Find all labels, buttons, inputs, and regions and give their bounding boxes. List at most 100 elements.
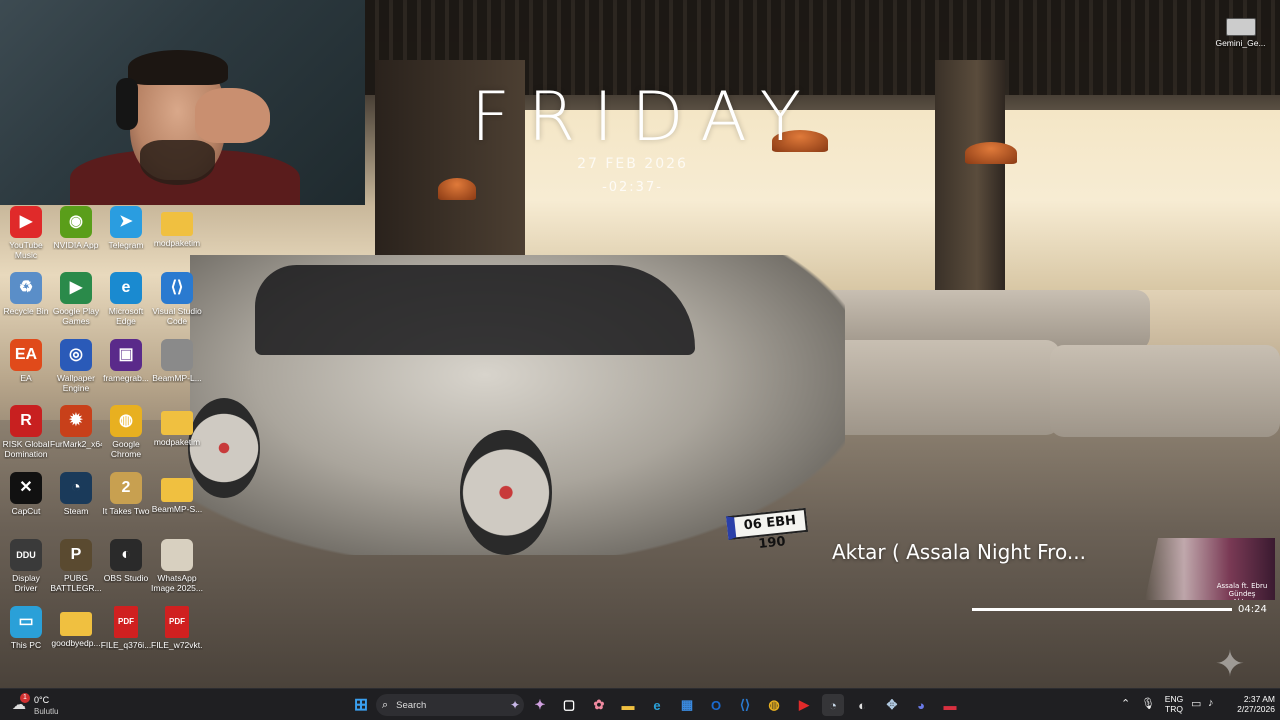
media-progress-bar[interactable] <box>972 608 1232 611</box>
weather-widget[interactable]: ☁ 1 0°C Bulutlu <box>12 693 82 719</box>
desktop-icon[interactable]: ♻ Recycle Bin <box>0 272 52 316</box>
desktop-icon[interactable]: BeamMP-L... <box>151 339 203 383</box>
taskbar-youtube-music[interactable]: ▶ <box>793 694 815 716</box>
desktop-icon[interactable]: ▭ This PC <box>0 606 52 650</box>
desktop-icon-label: Microsoft Edge <box>108 306 144 326</box>
telegram-icon: ➤ <box>110 206 142 238</box>
desktop-icon-label: FILE_w72vkt... <box>151 640 203 650</box>
taskbar-chrome[interactable]: ◍ <box>763 694 785 716</box>
volume-icon[interactable]: ♪ <box>1208 697 1214 709</box>
desktop-icon[interactable]: R RISK Global Domination <box>0 405 52 459</box>
taskbar-task-view[interactable]: ▢ <box>558 694 580 716</box>
desktop-icon-gemini-image[interactable]: Gemini_Ge... <box>1213 18 1268 48</box>
album-art-artist: Assala ft. Ebru Gündeş <box>1216 582 1268 598</box>
wallpaper-lamp <box>965 142 1017 164</box>
desktop-icon-label: CapCut <box>11 506 41 516</box>
it-takes-two-icon: 2 <box>110 472 142 504</box>
taskbar-widgets[interactable]: ✿ <box>588 694 610 716</box>
desktop-icon[interactable]: ◔ Steam <box>50 472 102 516</box>
tray-clock[interactable]: 2:37 AM 2/27/2026 <box>1225 694 1275 720</box>
desktop-icon[interactable]: modpaketim <box>151 206 203 248</box>
input-language[interactable]: ENG TRQ <box>1163 694 1185 720</box>
folder-icon <box>161 212 193 236</box>
desktop-icon[interactable]: ◐ OBS Studio <box>100 539 152 583</box>
edge-icon: e <box>110 272 142 304</box>
steam-icon: ◔ <box>60 472 92 504</box>
desktop-icon-label: BeamMP-S... <box>151 504 203 514</box>
start-button[interactable]: ⊞ <box>350 694 372 716</box>
desktop-icon[interactable]: ◉ NVIDIA App <box>50 206 102 250</box>
desktop-icon[interactable]: P PUBG BATTLEGR... <box>50 539 102 593</box>
desktop-icon[interactable]: modpaketim <box>151 405 203 447</box>
webcam-person <box>195 88 270 143</box>
ea-icon: EA <box>10 339 42 371</box>
media-track-title: Aktar ( Assala Night Fro... <box>832 540 1086 564</box>
search-icon: ⌕ <box>382 698 389 711</box>
taskbar-network-app[interactable]: ✥ <box>881 694 903 716</box>
album-art[interactable]: Assala ft. Ebru Gündeş Aktar <box>1145 538 1275 600</box>
taskbar-discord[interactable]: ◕ <box>910 694 932 716</box>
desktop-icon[interactable]: ➤ Telegram <box>100 206 152 250</box>
clock-day-title: FRIDAY <box>470 78 820 157</box>
search-box[interactable]: ⌕ Search ✦ <box>376 694 524 716</box>
desktop-icon-label: framegrab... <box>103 373 149 383</box>
youtube-music-icon: ▶ <box>10 206 42 238</box>
youtube-music-icon: ▶ <box>799 697 809 712</box>
desktop-icon[interactable]: DDUDisplay Driver Uninstaller <box>0 539 52 593</box>
capcut-icon: ✕ <box>10 472 42 504</box>
taskbar-steam[interactable]: ◔ <box>822 694 844 716</box>
taskbar-edge[interactable]: e <box>646 694 668 716</box>
desktop-icon[interactable]: ◍ Google Chrome <box>100 405 152 459</box>
desktop-icon[interactable]: ▶ YouTube Music <box>0 206 52 260</box>
display-icon[interactable]: ▭ <box>1191 697 1201 710</box>
vscode-icon: ⟨⟩ <box>739 697 751 712</box>
desktop-icon[interactable]: ◎ Wallpaper Engine <box>50 339 102 393</box>
desktop-icon[interactable]: ▣ framegrab... <box>100 339 152 383</box>
desktop-icon[interactable]: EA EA <box>0 339 52 383</box>
desktop-icon[interactable]: BeamMP-S... <box>151 472 203 514</box>
folder-icon <box>60 612 92 636</box>
desktop-icon[interactable]: goodbyedp... <box>50 606 102 648</box>
desktop-icon[interactable]: e Microsoft Edge <box>100 272 152 326</box>
desktop-icon[interactable]: PDF FILE_q376i... <box>100 606 152 650</box>
pdf-icon: PDF <box>114 606 138 638</box>
desktop-icon[interactable]: PDF FILE_w72vkt... <box>151 606 203 650</box>
desktop-icon[interactable]: ✹ FurMark2_x64 <box>50 405 102 449</box>
desktop-icon[interactable]: 2 It Takes Two <box>100 472 152 516</box>
google-play-games-icon: ▶ <box>60 272 92 304</box>
taskbar-copilot[interactable]: ✦ <box>529 694 551 716</box>
taskbar-file-explorer[interactable]: ▬ <box>617 694 639 716</box>
image-file-icon <box>1225 18 1256 36</box>
taskbar-outlook[interactable]: O <box>705 694 727 716</box>
desktop-icon-label: FurMark2_x64 <box>50 439 102 449</box>
discord-icon: ◕ <box>917 697 925 713</box>
pubg-icon: P <box>60 539 92 571</box>
search-placeholder: Search <box>396 699 427 711</box>
microphone-icon[interactable]: 🎙 <box>1141 697 1155 710</box>
desktop-icon[interactable]: ▶ Google Play Games <box>50 272 102 326</box>
steam-icon: ◔ <box>829 697 837 713</box>
media-progress-fill <box>972 608 1232 611</box>
taskbar-store[interactable]: ▦ <box>676 694 698 716</box>
desktop-icon-label: NVIDIA App <box>53 240 99 250</box>
task-view-icon: ▢ <box>562 697 576 712</box>
weather-description: Bulutlu <box>34 707 59 716</box>
copilot-icon: ✦ <box>534 697 546 712</box>
desktop-icon[interactable]: ⟨⟩ Visual Studio Code <box>151 272 203 326</box>
wallpaper-lamp <box>438 178 476 200</box>
webcam-person <box>140 140 215 185</box>
desktop-icon-label: BeamMP-L... <box>152 373 202 383</box>
taskbar-obs[interactable]: ◐ <box>851 694 873 716</box>
chevron-up-icon[interactable]: ⌃ <box>1121 697 1130 710</box>
desktop-icon[interactable]: WhatsApp Image 2025... <box>151 539 203 593</box>
desktop-icon[interactable]: ✕ CapCut <box>0 472 52 516</box>
lang-primary: ENG <box>1164 694 1184 704</box>
taskbar-media-app[interactable]: ▬ <box>939 694 961 716</box>
webcam-person <box>128 50 228 85</box>
taskbar-vscode[interactable]: ⟨⟩ <box>734 694 756 716</box>
folder-icon <box>161 411 193 435</box>
desktop-icon-label: WhatsApp Image 2025... <box>151 573 203 593</box>
desktop-icon-label: RISK Global Domination <box>2 439 50 459</box>
obs-icon: ◐ <box>858 697 866 713</box>
risk-icon: R <box>10 405 42 437</box>
